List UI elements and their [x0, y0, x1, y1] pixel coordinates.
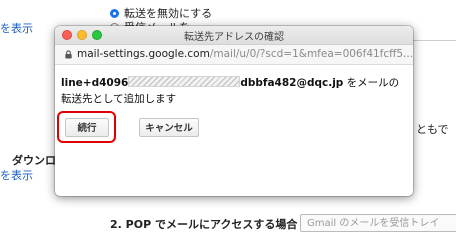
continue-button[interactable]: 続行 [65, 118, 109, 137]
divider [410, 40, 456, 41]
url-host: mail-settings.google.com [77, 48, 210, 60]
url-text: mail-settings.google.com/mail/u/0/?scd=1… [77, 45, 413, 64]
download-heading: ダウンロ [12, 154, 56, 167]
redacted-region [128, 76, 241, 87]
show-link[interactable]: を表示 [0, 167, 33, 183]
popup-content: line+d4096 dbbfa482@dqc.jp をメールの転送先として追加し… [55, 64, 413, 196]
pop-access-label: 2. POP でメールにアクセスする場合 [110, 218, 298, 231]
url-path: /mail/u/0/?scd=1&mfea=006f41fcff5... [209, 48, 413, 60]
right-fragment-text: ともで [416, 123, 449, 136]
forward-address-end: dbbfa482@dqc.jp [240, 77, 344, 89]
window-title: 転送先アドレスの確認 [184, 32, 284, 43]
lock-icon [65, 50, 72, 59]
show-link[interactable]: を表示 [0, 20, 33, 36]
confirm-forwarding-window: 転送先アドレスの確認 mail-settings.google.com/mail… [55, 26, 413, 196]
screen: を表示 転送を無効にする 受信メールを ともで ダウンロ を表示 2. POP … [0, 0, 456, 246]
pop-action-select[interactable]: Gmail のメールを受信トレイ [300, 214, 456, 232]
forward-address-start: line+d4096 [61, 77, 129, 89]
cancel-button[interactable]: キャンセル [139, 118, 199, 137]
window-titlebar[interactable]: 転送先アドレスの確認 [55, 26, 413, 45]
disable-forwarding-radio[interactable] [110, 9, 119, 18]
confirmation-message: line+d4096 dbbfa482@dqc.jp をメールの転送先として追加し… [61, 75, 406, 107]
url-bar: mail-settings.google.com/mail/u/0/?scd=1… [55, 45, 413, 65]
